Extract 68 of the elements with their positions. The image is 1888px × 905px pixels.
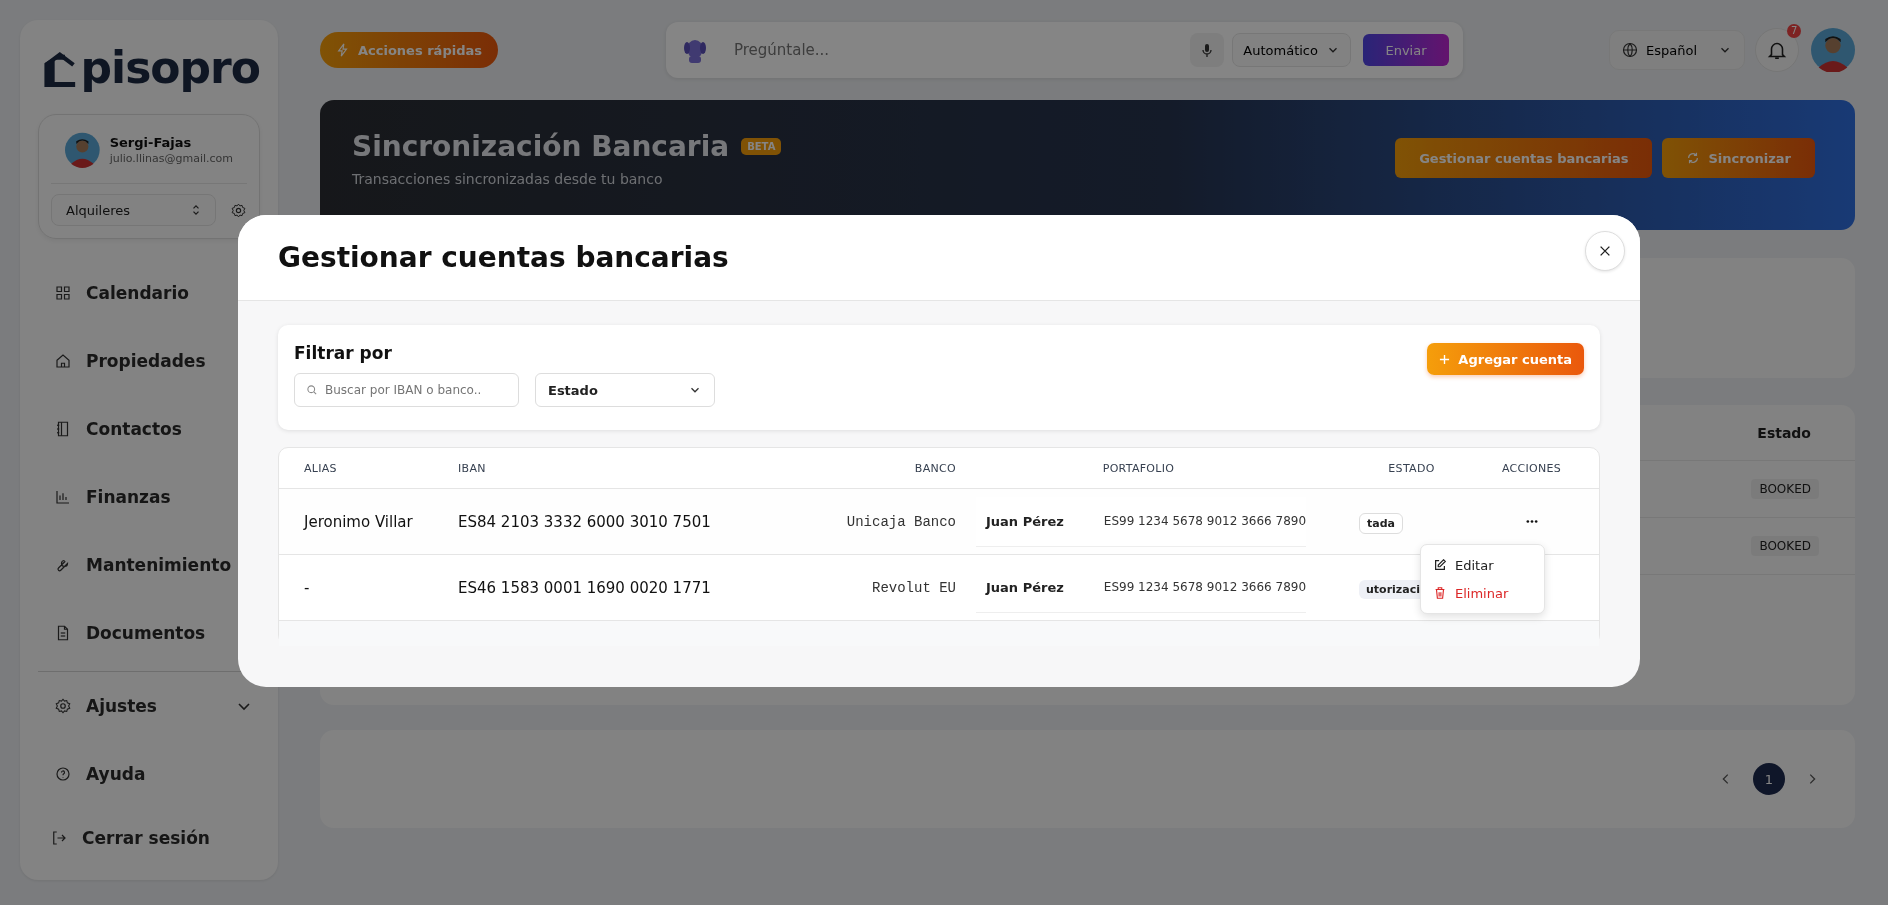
table-cell-text: - [303, 578, 311, 597]
page-subtitle: Transacciones sincronizadas desde tu banco [352, 170, 664, 187]
menu-item[interactable]: Editar [1421, 551, 1544, 579]
up-down-caret-icon [191, 203, 201, 217]
help-icon [54, 765, 72, 783]
microphone-button[interactable] [1190, 33, 1225, 67]
portfolio-name: Juan Pérez [986, 579, 1064, 595]
status-badge: BOOKED [1751, 479, 1819, 499]
table-cell-text: Jeronimo Villar [302, 512, 414, 531]
lightning-icon [336, 43, 350, 57]
help-nav-item[interactable]: Ayuda [38, 740, 260, 808]
add-account-button[interactable]: Agregar cuenta [1427, 343, 1584, 375]
nav-item[interactable]: Mantenimiento [38, 531, 260, 599]
ask-input[interactable]: Pregúntale... [717, 40, 1183, 60]
search-field[interactable]: Buscar por IBAN o banco.. [294, 373, 519, 407]
column-header: Estado [1757, 424, 1811, 441]
bar-chart-icon [54, 488, 72, 506]
modal-title: Gestionar cuentas bancarias [278, 241, 729, 274]
trash-icon [1433, 586, 1447, 600]
status-select[interactable]: Estado [535, 373, 715, 407]
logout-icon [50, 829, 68, 847]
settings-nav-item[interactable]: Ajustes [38, 672, 260, 740]
nav-item[interactable]: Propiedades [38, 327, 260, 395]
notification-count: 7 [1787, 24, 1802, 38]
workspace-select[interactable]: Alquileres [51, 194, 216, 226]
avatar-icon [65, 131, 100, 169]
status-badge: tada [1359, 513, 1403, 534]
table-cell-text: Unicaja Banco [846, 513, 957, 530]
column-header: ESTADO [1387, 461, 1435, 475]
column-header: ALIAS [303, 461, 338, 475]
settings-icon[interactable] [230, 201, 247, 219]
pencil-icon [1433, 558, 1447, 572]
table-cell-text: Revolut EU [872, 579, 957, 596]
refresh-icon [1686, 151, 1701, 165]
column-header: PORTAFOLIO [1102, 460, 1175, 477]
send-button[interactable]: Enviar [1362, 34, 1449, 66]
portfolio-iban: ES99 1234 5678 9012 3666 7890 [1103, 580, 1307, 594]
plus-icon [1439, 353, 1451, 365]
status-badge: BOOKED [1751, 536, 1819, 556]
portfolio-iban: ES99 1234 5678 9012 3666 7890 [1103, 514, 1307, 528]
page-title: Sincronización Bancaria [352, 129, 730, 163]
column-header: ACCIONES [1501, 460, 1562, 477]
portfolio-name: Juan Pérez [986, 513, 1064, 529]
globe-icon [1622, 42, 1638, 58]
user-name: Sergi-Fajas [109, 135, 193, 150]
column-header: BANCO [914, 461, 957, 475]
language-select[interactable]: Español [1609, 30, 1745, 70]
nav-item[interactable]: Calendario [38, 259, 260, 327]
user-email: julio.llinas@gmail.com [109, 152, 233, 165]
column-header: IBAN [458, 461, 487, 475]
filter-title: Filtrar por [294, 343, 393, 363]
avatar-icon[interactable] [1811, 28, 1855, 72]
table-cell-text: ES46 1583 0001 1690 0020 1771 [458, 578, 712, 597]
nav-item[interactable]: Finanzas [38, 463, 260, 531]
notifications-button[interactable] [1755, 28, 1799, 72]
more-options-icon[interactable] [1524, 519, 1539, 524]
grid-icon [54, 284, 72, 302]
nav-item[interactable]: Contactos [38, 395, 260, 463]
logout-nav-item[interactable]: Cerrar sesión [38, 808, 260, 868]
logo-text: pisopro [80, 44, 260, 92]
mode-select[interactable]: Automático [1232, 33, 1351, 67]
gear-icon [54, 697, 72, 715]
search-icon [306, 384, 318, 396]
table-cell-text: ES84 2103 3332 6000 3010 7501 [458, 512, 712, 531]
nav-item[interactable]: Documentos [38, 599, 260, 667]
beta-badge: BETA [741, 137, 782, 155]
house-icon [54, 352, 72, 370]
page-button[interactable]: 1 [1753, 763, 1785, 795]
